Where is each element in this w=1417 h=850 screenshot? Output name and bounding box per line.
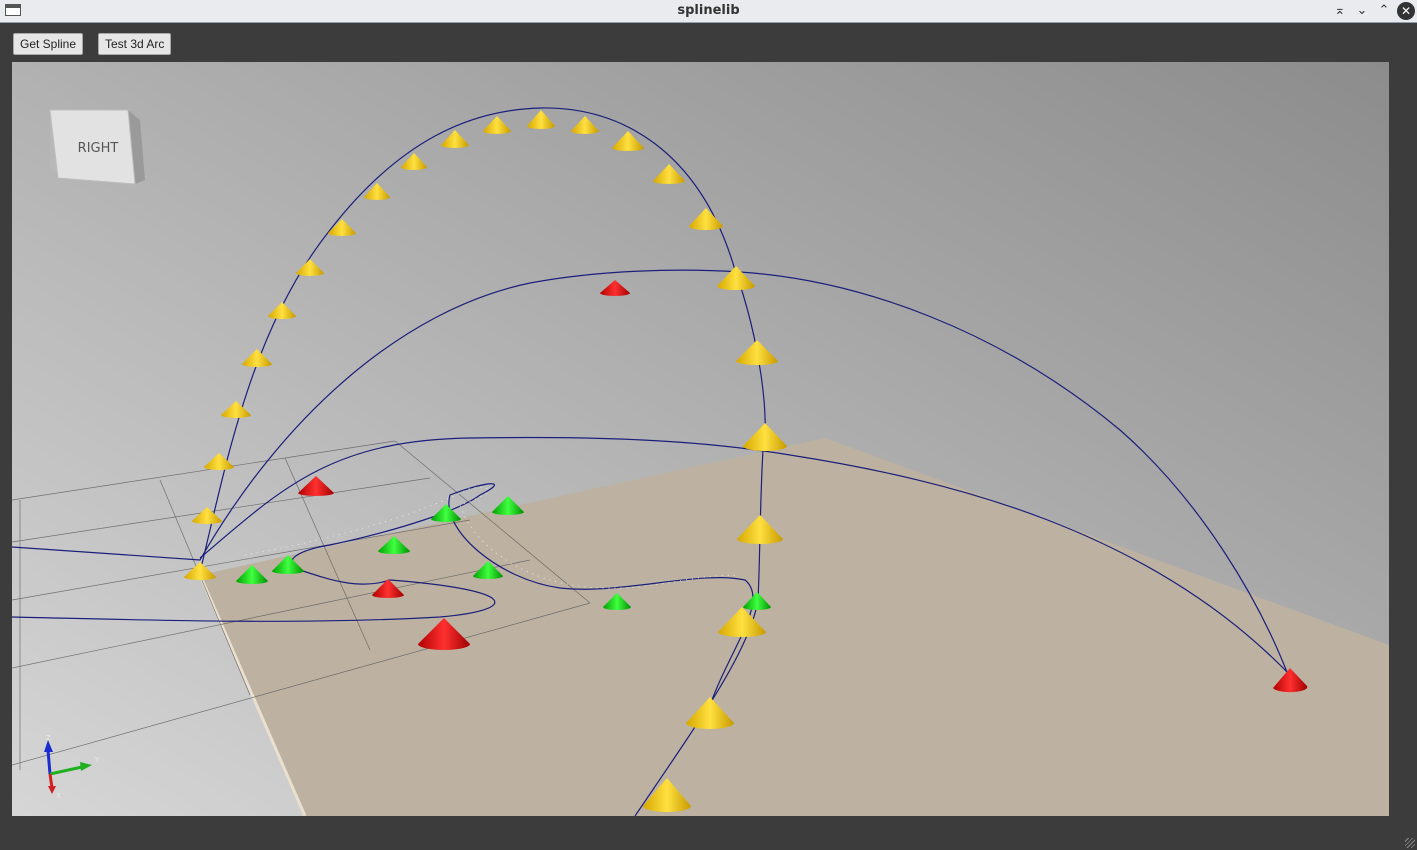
view-cube[interactable]: RIGHT bbox=[49, 109, 145, 185]
title-bar: splinelib ⌅ ⌄ ⌃ ✕ bbox=[0, 0, 1417, 23]
minimize-icon[interactable]: ⌄ bbox=[1353, 2, 1371, 20]
test-3d-arc-button[interactable]: Test 3d Arc bbox=[98, 33, 172, 55]
window-title: splinelib bbox=[677, 3, 740, 18]
axis-label-z: Z bbox=[46, 734, 51, 742]
keep-above-icon[interactable]: ⌅ bbox=[1331, 2, 1349, 20]
status-bar bbox=[0, 823, 1417, 850]
resize-grip-icon[interactable] bbox=[1405, 838, 1415, 848]
axis-label-y: Y bbox=[94, 756, 100, 764]
maximize-icon[interactable]: ⌃ bbox=[1375, 2, 1393, 20]
axis-label-x: X bbox=[56, 792, 61, 800]
view-cube-face-label: RIGHT bbox=[78, 141, 119, 156]
close-icon[interactable]: ✕ bbox=[1397, 2, 1415, 20]
get-spline-button[interactable]: Get Spline bbox=[13, 33, 84, 55]
3d-viewport[interactable]: RIGHT Z Y X bbox=[12, 62, 1389, 816]
